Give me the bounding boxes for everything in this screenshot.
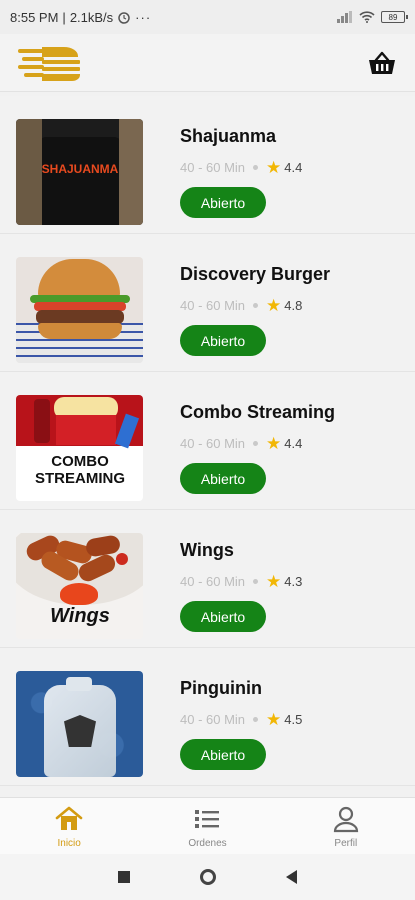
restaurant-meta: 40 - 60 Min ★ 4.4 [180,435,335,452]
separator-dot [253,717,259,722]
status-time: 8:55 PM [10,9,59,25]
nav-label: Perfil [334,838,358,849]
home-icon [55,806,83,830]
status-button[interactable]: Abierto [180,187,266,218]
restaurant-card[interactable]: Wings Wings 40 - 60 Min ★ 4.3 Abierto [0,510,415,648]
rating-value: 4.8 [284,298,303,313]
restaurant-name: Wings [180,540,234,560]
thumb-logo-text: Wings [50,605,110,627]
bottom-navigation: Inicio Ordenes Perfil [0,797,415,854]
restaurant-meta: 40 - 60 Min ★ 4.3 [180,573,302,590]
star-icon: ★ [266,710,282,729]
delivery-time: 40 - 60 Min [180,574,246,589]
restaurant-list: SHAJUANMA Shajuanma 40 - 60 Min ★ 4.4 Ab… [0,96,415,786]
battery-icon: 89 [381,11,408,23]
rating-value: 4.3 [284,574,303,589]
separator-dot [253,441,259,446]
recents-icon[interactable] [118,871,130,883]
thumb-logo-text: SHAJUANMA [41,162,119,176]
restaurant-image: Wings [16,533,143,639]
restaurant-image [16,257,143,363]
nav-label: Ordenes [188,838,227,849]
status-speed: 2.1kB/s [69,9,114,25]
nav-label: Inicio [57,838,81,849]
star-icon: ★ [266,158,282,177]
rating-value: 4.5 [284,712,303,727]
basket-icon[interactable] [367,50,397,76]
rating-value: 4.4 [284,436,303,451]
restaurant-meta: 40 - 60 Min ★ 4.4 [180,159,302,176]
delivery-time: 40 - 60 Min [180,712,246,727]
delivery-time: 40 - 60 Min [180,436,246,451]
app-bar [0,34,415,92]
restaurant-image: SHAJUANMA [16,119,143,225]
delivery-time: 40 - 60 Min [180,298,246,313]
restaurant-card[interactable]: SHAJUANMA Shajuanma 40 - 60 Min ★ 4.4 Ab… [0,96,415,234]
delivery-time: 40 - 60 Min [180,160,246,175]
separator-dot [253,165,259,170]
separator-dot [253,579,259,584]
nav-item-perfil[interactable]: Perfil [277,798,415,854]
rating-value: 4.4 [284,160,303,175]
restaurant-name: Shajuanma [180,126,277,146]
status-button[interactable]: Abierto [180,325,266,356]
list-icon [195,810,220,828]
thumb-logo-text: COMBO STREAMING [35,453,125,487]
nav-item-inicio[interactable]: Inicio [0,798,138,854]
status-button[interactable]: Abierto [180,463,266,494]
signal-icon [337,11,353,23]
restaurant-meta: 40 - 60 Min ★ 4.8 [180,297,330,314]
restaurant-name: Discovery Burger [180,264,331,284]
nav-item-ordenes[interactable]: Ordenes [138,798,276,854]
back-icon[interactable] [286,870,297,884]
status-bar: 8:55 PM | 2.1kB/s ··· 89 [0,0,415,34]
alarm-icon [118,12,130,24]
more-icon: ··· [135,9,152,25]
star-icon: ★ [266,572,282,591]
wifi-icon [359,11,375,23]
restaurant-card[interactable]: COMBO STREAMING Combo Streaming 40 - 60 … [0,372,415,510]
system-navigation [0,854,415,900]
user-icon [333,806,358,833]
restaurant-image [16,671,143,777]
restaurant-card[interactable]: Discovery Burger 40 - 60 Min ★ 4.8 Abier… [0,234,415,372]
status-button[interactable]: Abierto [180,601,266,632]
restaurant-card[interactable]: Pinguinin 40 - 60 Min ★ 4.5 Abierto [0,648,415,786]
separator-dot [253,303,259,308]
restaurant-meta: 40 - 60 Min ★ 4.5 [180,711,302,728]
restaurant-image: COMBO STREAMING [16,395,143,501]
home-button-icon[interactable] [200,869,216,885]
star-icon: ★ [266,434,282,453]
restaurant-name: Combo Streaming [180,402,336,422]
burger-logo-icon[interactable] [18,43,84,83]
star-icon: ★ [266,296,282,315]
status-button[interactable]: Abierto [180,739,266,770]
restaurant-name: Pinguinin [180,678,262,698]
